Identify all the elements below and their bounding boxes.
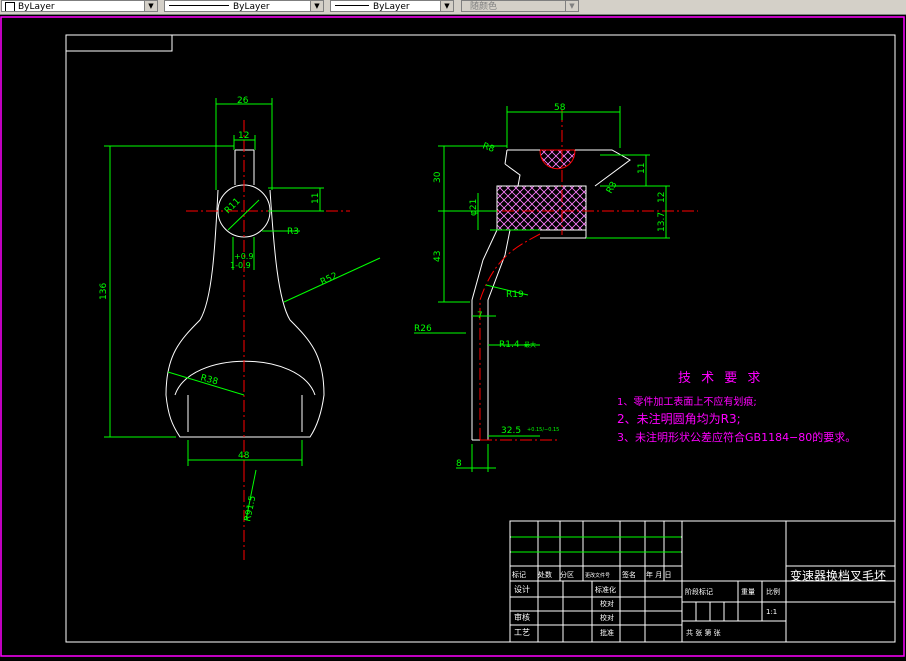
tb-fenqu: 分区 <box>560 570 574 579</box>
tb-jiaodui: 校对 <box>600 599 614 608</box>
properties-toolbar: ByLayer ▼ ByLayer ▼ ByLayer ▼ 随颜色 ▼ <box>0 0 906 15</box>
top-left-tab <box>66 35 173 52</box>
dim-43: 43 <box>433 251 443 262</box>
color-combo[interactable]: ByLayer ▼ <box>1 0 158 12</box>
tb-sheji: 设计 <box>514 584 530 594</box>
paper-boundary <box>0 16 905 657</box>
chevron-down-icon[interactable]: ▼ <box>144 1 157 11</box>
linetype-combo-value: ByLayer <box>233 2 270 12</box>
dim-48: 48 <box>238 451 250 461</box>
dim-r3b: R3 <box>605 180 620 195</box>
dim-12: 12 <box>238 131 249 141</box>
note-line-2: 2、未注明圆角均为R3; <box>617 411 741 426</box>
note-line-1: 1、零件加工表面上不应有划痕; <box>617 395 757 408</box>
tb-chushu: 处数 <box>538 570 552 579</box>
plotstyle-combo: 随颜色 ▼ <box>461 0 579 12</box>
lineweight-preview <box>335 4 369 6</box>
title-block-inner <box>511 536 681 553</box>
dim-r1-4: R1.4 <box>499 340 520 350</box>
dim-13-7: 13.7 <box>657 212 667 232</box>
note-line-3: 3、未注明形状公差应符合GB1184−80的要求。 <box>617 430 856 444</box>
dim-phi21: φ21 <box>469 199 479 216</box>
tb-gongzhang: 共 张 第 张 <box>686 628 721 637</box>
front-view <box>104 98 381 560</box>
tb-gengai: 更改文件号 <box>585 572 610 579</box>
dim-r26: R26 <box>414 324 432 334</box>
dim-32-5: 32.5 <box>501 426 521 436</box>
tb-pizhun: 批准 <box>600 628 614 637</box>
tb-biaoji: 标记 <box>512 570 526 579</box>
dim-r19: R19 <box>506 290 524 300</box>
drawing-canvas[interactable]: 26 12 11 R11 R3 +0.9 1-0.9 136 R52 R38 4… <box>0 14 906 661</box>
chevron-down-icon[interactable]: ▼ <box>440 1 453 11</box>
dim-r52: R52 <box>319 271 339 288</box>
tb-qianming: 签名 <box>622 570 636 579</box>
dim-136: 136 <box>99 283 109 300</box>
dim-tol-dn: 1-0.9 <box>230 261 251 270</box>
tb-scale: 1:1 <box>766 608 777 616</box>
dim-11: 11 <box>311 193 321 204</box>
dim-r91: R91.5 <box>243 495 258 523</box>
part-name: 变速器换档叉毛坯 <box>790 568 886 583</box>
dim-r8: R8 <box>481 141 496 155</box>
lineweight-combo[interactable]: ByLayer ▼ <box>330 0 454 12</box>
linetype-combo[interactable]: ByLayer ▼ <box>164 0 324 12</box>
color-combo-value: ByLayer <box>18 2 55 12</box>
notes-title: 技 术 要 求 <box>678 371 763 386</box>
dim-58: 58 <box>554 103 566 113</box>
plotstyle-combo-value: 随颜色 <box>470 2 498 12</box>
dim-r1-4-note: 最大 <box>524 341 536 349</box>
tb-tujie: 阶段标记 <box>685 587 713 596</box>
dim-r3: R3 <box>287 227 299 237</box>
lineweight-combo-value: ByLayer <box>373 2 410 12</box>
color-swatch <box>5 2 15 11</box>
dim-26: 26 <box>237 96 249 106</box>
tb-bili: 比例 <box>766 587 780 596</box>
dim-tol-up: +0.9 <box>234 252 253 261</box>
dim-12b: 12 <box>657 192 667 203</box>
dim-r38: R38 <box>199 373 219 387</box>
chevron-down-icon: ▼ <box>565 1 578 11</box>
tb-xuehao: 校对 <box>600 613 614 622</box>
chevron-down-icon[interactable]: ▼ <box>310 1 323 11</box>
linetype-preview <box>169 4 229 6</box>
tb-gongyi: 工艺 <box>514 628 530 637</box>
dim-8: 8 <box>456 459 462 469</box>
dim-30: 30 <box>433 171 443 183</box>
tb-biaozhunhua: 标准化 <box>595 585 616 594</box>
dim-7: 7 <box>477 311 483 321</box>
dim-r11: R11 <box>223 197 243 217</box>
dim-11b: 11 <box>637 163 647 174</box>
dim-32-5-tol: +0.15/−0.15 <box>527 427 559 433</box>
tb-nianyueri: 年 月 日 <box>646 570 671 579</box>
front-view-dims: 26 12 11 R11 R3 +0.9 1-0.9 136 R52 R38 4… <box>99 96 339 523</box>
technical-notes: 技 术 要 求 1、零件加工表面上不应有划痕; 2、未注明圆角均为R3; 3、未… <box>617 371 856 444</box>
tb-shenhe: 审核 <box>514 612 530 622</box>
tb-zhongliang: 重量 <box>741 588 755 596</box>
